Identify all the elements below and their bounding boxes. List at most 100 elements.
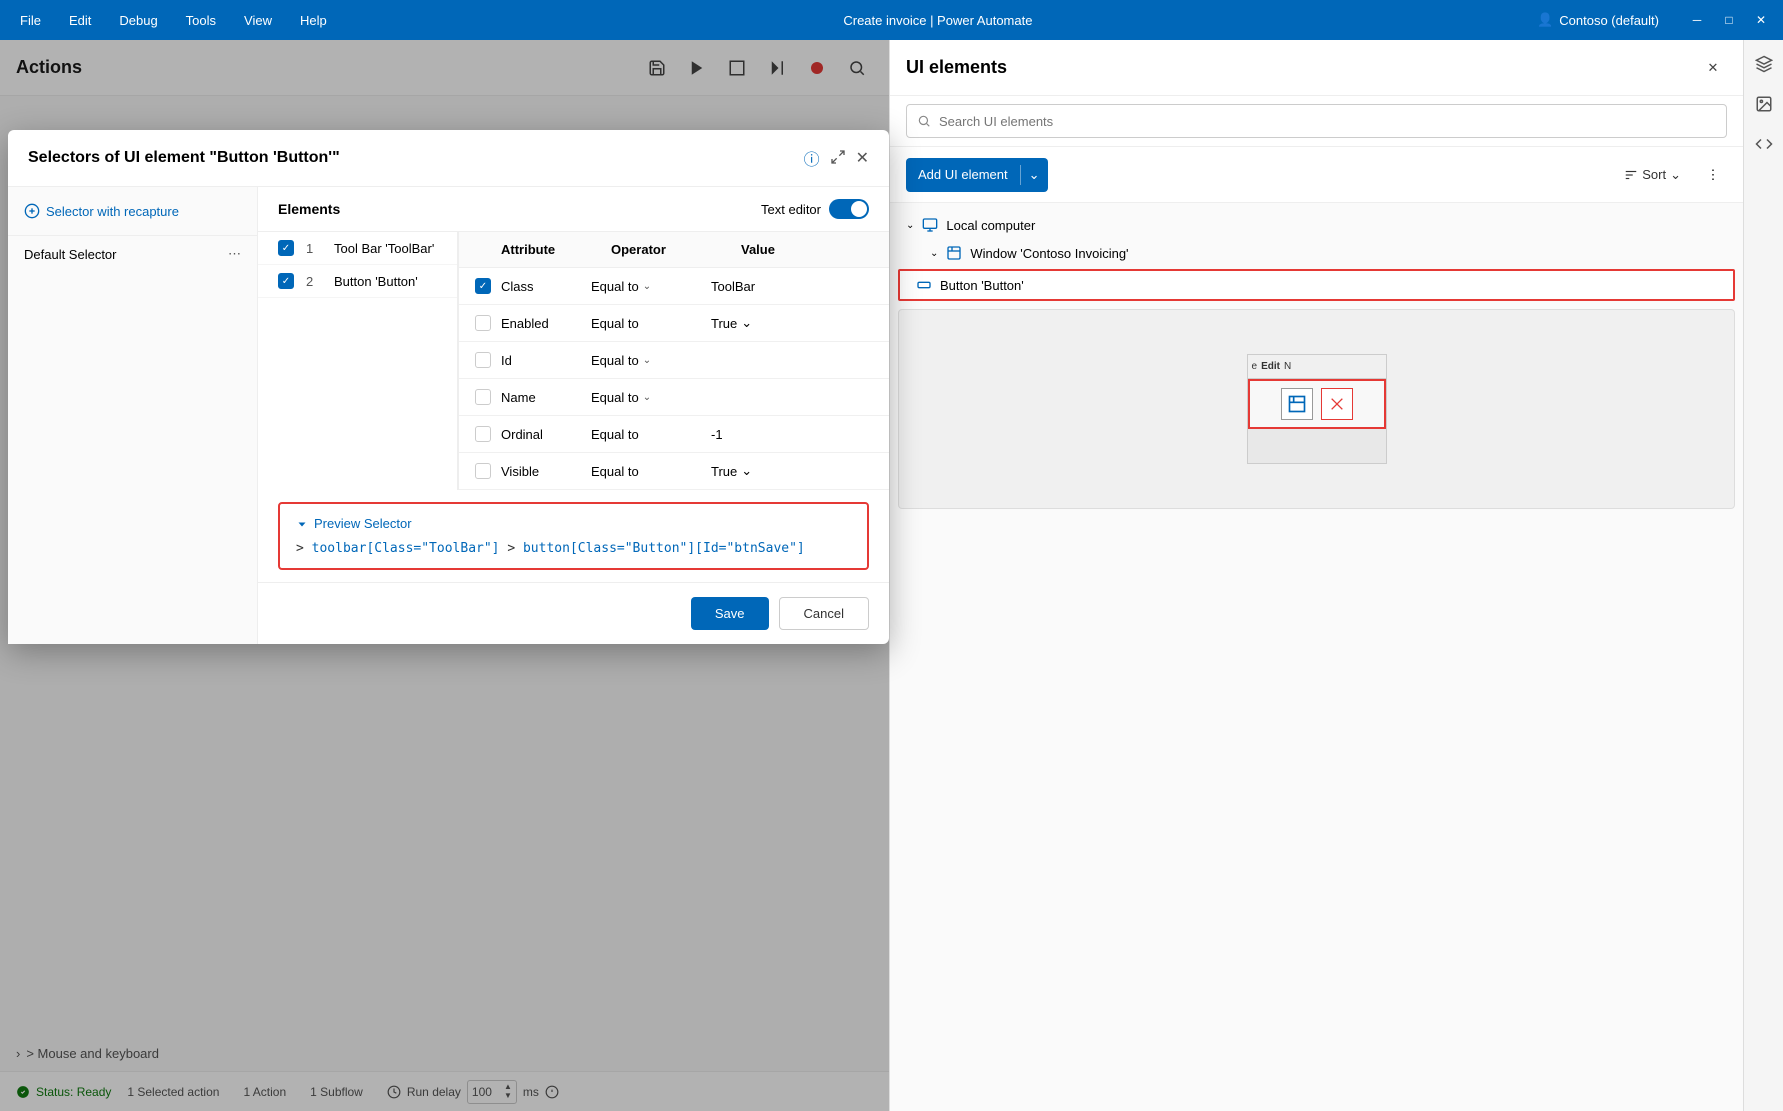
window-icon (946, 245, 962, 261)
more-options-button[interactable]: ⋮ (1699, 161, 1727, 189)
attr-header: Attribute Operator Value (459, 232, 889, 268)
preview-code-toolbar: toolbar[Class="ToolBar"] (312, 541, 500, 556)
sort-icon (1624, 168, 1638, 182)
preview-code-sep: > (500, 541, 523, 556)
attr-value-ordinal: -1 (711, 427, 873, 442)
tree-item-window[interactable]: ⌄ Window 'Contoso Invoicing' (890, 239, 1743, 267)
sort-label: Sort (1642, 167, 1666, 182)
info-icon[interactable]: ⓘ (804, 146, 820, 170)
left-panel: Actions (0, 40, 890, 1111)
search-icon (917, 114, 931, 128)
modal-footer: Save Cancel (258, 582, 889, 644)
minimize-button[interactable]: ─ (1683, 6, 1711, 34)
chevron-down-window: ⌄ (930, 248, 938, 259)
resize-icon[interactable] (830, 149, 846, 168)
attr-operator-ordinal: Equal to (591, 427, 711, 442)
modal-close-button[interactable]: ✕ (856, 148, 869, 168)
selector-more-button[interactable]: ⋯ (228, 246, 241, 262)
attr-name-id: Id (501, 353, 591, 368)
element-checkbox-2[interactable]: ✓ (278, 273, 294, 289)
element-num-1: 1 (306, 241, 322, 256)
preview-code-button: button[Class="Button"][Id="btnSave"] (523, 541, 805, 556)
computer-label: Local computer (946, 218, 1035, 233)
tree-item-computer[interactable]: ⌄ Local computer (890, 211, 1743, 239)
element-row-1[interactable]: ✓ 1 Tool Bar 'ToolBar' (258, 232, 457, 265)
element-num-2: 2 (306, 274, 322, 289)
close-panel-button[interactable]: ✕ (1699, 54, 1727, 82)
computer-icon (922, 217, 938, 233)
preview-selector-code: > toolbar[Class="ToolBar"] > button[Clas… (296, 541, 851, 556)
attr-name-enabled: Enabled (501, 316, 591, 331)
preview-selector: Preview Selector > toolbar[Class="ToolBa… (278, 502, 869, 570)
add-ui-element-label: Add UI element (906, 167, 1020, 182)
close-button[interactable]: ✕ (1747, 6, 1775, 34)
ui-elements-title: UI elements (906, 57, 1691, 78)
button-item-label: Button 'Button' (940, 278, 1024, 293)
main-layout: Actions (0, 40, 1783, 1111)
title-bar: // Render menu items inline via JS after… (0, 0, 1783, 40)
layers-icon[interactable] (1748, 48, 1780, 80)
text-editor-toggle: Text editor (761, 199, 869, 219)
chevron-down-enabled: ⌄ (741, 315, 752, 331)
modal-elements-left: ✓ 1 Tool Bar 'ToolBar' ✓ 2 Button 'Butto… (258, 232, 458, 490)
right-panel-toolbar: Add UI element ⌄ Sort ⌄ ⋮ (890, 147, 1743, 203)
sort-button[interactable]: Sort ⌄ (1614, 161, 1691, 189)
attr-value-visible: True ⌄ (711, 463, 873, 479)
attr-operator-name[interactable]: Equal to ⌄ (591, 390, 711, 405)
code-icon[interactable] (1748, 128, 1780, 160)
element-name-1: Tool Bar 'ToolBar' (334, 241, 434, 256)
sort-chevron: ⌄ (1670, 167, 1681, 183)
preview-image: e Edit N (1247, 354, 1387, 464)
elements-title: Elements (278, 201, 745, 217)
element-row-2[interactable]: ✓ 2 Button 'Button' (258, 265, 457, 298)
window-title: Create invoice | Power Automate (339, 13, 1537, 28)
attr-col-value: Value (741, 242, 873, 257)
user-name: Contoso (default) (1559, 13, 1659, 28)
attr-checkbox-enabled[interactable] (475, 315, 491, 331)
user-info: 👤 Contoso (default) (1537, 12, 1659, 28)
chevron-down-name: ⌄ (643, 392, 651, 403)
attr-operator-class[interactable]: Equal to ⌄ (591, 279, 711, 294)
attr-checkbox-ordinal[interactable] (475, 426, 491, 442)
chevron-down-visible: ⌄ (741, 463, 752, 479)
image-icon[interactable] (1748, 88, 1780, 120)
menu-item-tools[interactable]: Tools (174, 7, 228, 34)
menu-item-debug[interactable]: Debug (107, 7, 169, 34)
attr-checkbox-id[interactable] (475, 352, 491, 368)
attributes-section: Attribute Operator Value ✓ Class Equa (458, 232, 889, 490)
highlighted-button-item[interactable]: Button 'Button' (898, 269, 1735, 301)
selector-item-label: Default Selector (24, 247, 117, 262)
add-selector-label: Selector with recapture (46, 204, 179, 219)
maximize-button[interactable]: □ (1715, 6, 1743, 34)
preview-save-icon (1281, 388, 1313, 420)
cancel-button[interactable]: Cancel (779, 597, 869, 630)
attr-row-class: ✓ Class Equal to ⌄ ToolBar (459, 268, 889, 305)
modal-elements-split: ✓ 1 Tool Bar 'ToolBar' ✓ 2 Button 'Butto… (258, 232, 889, 490)
text-editor-label: Text editor (761, 202, 821, 217)
menu-item-file[interactable]: File (8, 7, 53, 34)
modal-header: Selectors of UI element "Button 'Button'… (8, 130, 889, 187)
element-checkbox-1[interactable]: ✓ (278, 240, 294, 256)
add-selector-button[interactable]: Selector with recapture (24, 199, 241, 223)
search-input[interactable] (939, 114, 1716, 129)
add-ui-element-button[interactable]: Add UI element ⌄ (906, 158, 1048, 192)
add-ui-dropdown-arrow[interactable]: ⌄ (1021, 167, 1048, 183)
attr-operator-id[interactable]: Equal to ⌄ (591, 353, 711, 368)
attr-name-class: Class (501, 279, 591, 294)
modal-content-header: Elements Text editor (258, 187, 889, 232)
selector-modal: Selectors of UI element "Button 'Button'… (8, 130, 889, 644)
attr-checkbox-visible[interactable] (475, 463, 491, 479)
modal-overlay: Selectors of UI element "Button 'Button'… (0, 40, 889, 1111)
search-container (890, 96, 1743, 147)
menu-item-view[interactable]: View (232, 7, 284, 34)
preview-selector-header[interactable]: Preview Selector (296, 516, 851, 531)
attr-checkbox-class[interactable]: ✓ (475, 278, 491, 294)
menu-item-help[interactable]: Help (288, 7, 339, 34)
save-button[interactable]: Save (691, 597, 769, 630)
attr-checkbox-name[interactable] (475, 389, 491, 405)
chevron-down-icon: ⌄ (643, 281, 651, 292)
default-selector-item[interactable]: Default Selector ⋯ (8, 236, 257, 272)
menu-item-edit[interactable]: Edit (57, 7, 103, 34)
window-controls: ─ □ ✕ (1683, 6, 1775, 34)
text-editor-toggle-switch[interactable] (829, 199, 869, 219)
